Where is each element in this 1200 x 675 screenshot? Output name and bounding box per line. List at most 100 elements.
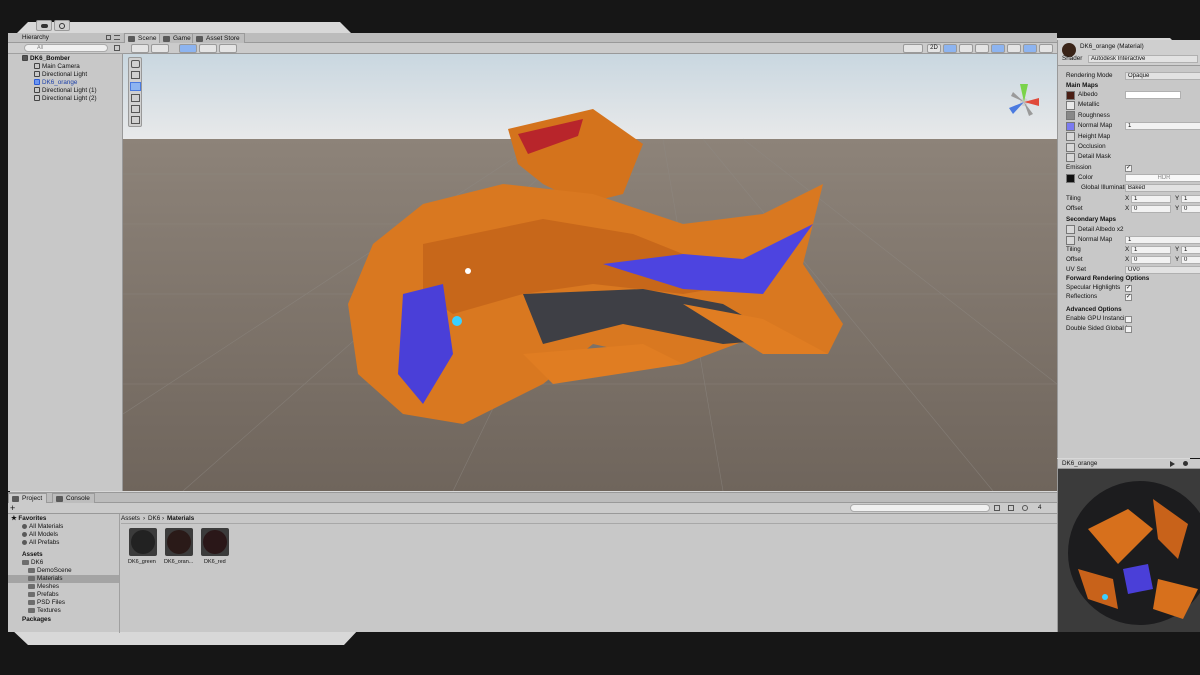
hierarchy-item-scene[interactable]: DK6_Bomber: [8, 55, 123, 63]
normal-map-scale-input[interactable]: 1: [1125, 122, 1200, 130]
play-icon[interactable]: [1170, 461, 1175, 467]
collab-button[interactable]: [54, 20, 70, 31]
emission-color-field[interactable]: HDR: [1125, 174, 1200, 182]
roughness-texture-slot[interactable]: [1066, 111, 1075, 120]
search-by-label-icon[interactable]: [1008, 505, 1014, 511]
normal-map-texture-slot[interactable]: [1066, 122, 1075, 131]
occlusion-texture-slot[interactable]: [1066, 143, 1075, 152]
search-by-type-icon[interactable]: [994, 505, 1000, 511]
emission-checkbox[interactable]: ✓: [1125, 165, 1132, 172]
project-search-input[interactable]: [850, 504, 990, 512]
detail-normal-scale-input[interactable]: 1: [1125, 236, 1200, 244]
shader-dropdown[interactable]: Autodesk Interactive: [1088, 55, 1198, 63]
preview-type-icon[interactable]: [1183, 461, 1188, 466]
emission-texture-slot[interactable]: [1066, 174, 1075, 183]
tree-item-demoscene[interactable]: DemoScene: [28, 567, 72, 575]
detail-normal-slot[interactable]: [1066, 236, 1075, 245]
asset-dk6-orange[interactable]: DK6_oran...: [164, 528, 194, 568]
tiling2-x-input[interactable]: 1: [1131, 246, 1171, 254]
detail-mask-texture-slot[interactable]: [1066, 153, 1075, 162]
rotate-tool-icon[interactable]: [130, 82, 141, 91]
transform-tool-icon[interactable]: [131, 116, 140, 124]
camera-settings-button[interactable]: [1007, 44, 1021, 53]
hidden-packages-count[interactable]: 4: [1038, 504, 1042, 512]
increment-snap[interactable]: [219, 44, 237, 53]
scale-tool-icon[interactable]: [131, 94, 140, 102]
tree-item-materials[interactable]: Materials: [8, 575, 119, 583]
breadcrumb-assets[interactable]: Assets: [121, 515, 140, 523]
search-options-icon[interactable]: [114, 45, 120, 51]
offset2-y-input[interactable]: 0: [1181, 256, 1200, 264]
audio-toggle[interactable]: [959, 44, 973, 53]
snap-dropdown[interactable]: [199, 44, 217, 53]
material-preview-sphere[interactable]: [1058, 469, 1200, 632]
hierarchy-item-dk6-orange[interactable]: DK6_orange: [8, 79, 123, 87]
tree-item-textures[interactable]: Textures: [28, 607, 61, 615]
fav-item-all-prefabs[interactable]: All Prefabs: [22, 539, 59, 547]
favorites-star-icon[interactable]: [1022, 505, 1028, 511]
double-sided-gi-checkbox[interactable]: [1125, 326, 1132, 333]
reflections-checkbox[interactable]: ✓: [1125, 294, 1132, 301]
2d-toggle[interactable]: 2D: [927, 44, 941, 53]
lock-icon[interactable]: [106, 35, 111, 40]
global-illumination-dropdown[interactable]: Baked: [1125, 184, 1200, 192]
hierarchy-item-directional-light[interactable]: Directional Light: [8, 71, 123, 79]
gameobject-icon: [34, 63, 40, 69]
offset-x-input[interactable]: 0: [1131, 205, 1171, 213]
rect-tool-icon[interactable]: [131, 105, 140, 113]
grid-toggle[interactable]: [179, 44, 197, 53]
fav-item-all-materials[interactable]: All Materials: [22, 523, 63, 531]
gpu-instancing-checkbox[interactable]: [1125, 316, 1132, 323]
tree-item-prefabs[interactable]: Prefabs: [28, 591, 59, 599]
metallic-texture-slot[interactable]: [1066, 101, 1075, 110]
draw-mode-button[interactable]: [903, 44, 923, 53]
fav-item-all-models[interactable]: All Models: [22, 531, 58, 539]
hierarchy-item-directional-light-1[interactable]: Directional Light (1): [8, 87, 123, 95]
menu-icon[interactable]: [114, 35, 120, 40]
albedo-color-field[interactable]: [1125, 91, 1181, 99]
tiling-y-input[interactable]: 1: [1181, 195, 1200, 203]
lighting-toggle[interactable]: [943, 44, 957, 53]
hierarchy-tab[interactable]: Hierarchy: [22, 34, 49, 42]
asset-dk6-red[interactable]: DK6_red: [200, 528, 230, 568]
gizmos-button[interactable]: [1023, 44, 1037, 53]
breadcrumb-dk6[interactable]: DK6: [148, 515, 160, 523]
tree-item-meshes[interactable]: Meshes: [28, 583, 59, 591]
hierarchy-item-directional-light-2[interactable]: Directional Light (2): [8, 95, 123, 103]
hand-tool-icon[interactable]: [131, 60, 140, 68]
uv-set-dropdown[interactable]: UV0: [1125, 266, 1200, 274]
move-tool-icon[interactable]: [131, 71, 140, 79]
offset2-x-input[interactable]: 0: [1131, 256, 1171, 264]
offset-y-input[interactable]: 0: [1181, 205, 1200, 213]
tree-item-dk6[interactable]: DK6: [22, 559, 43, 567]
tab-asset-store[interactable]: Asset Store: [192, 33, 245, 43]
packages-heading[interactable]: Packages: [22, 616, 51, 624]
favorites-heading[interactable]: ★ Favorites: [11, 515, 46, 523]
add-asset-button[interactable]: +: [10, 503, 15, 513]
specular-highlights-checkbox[interactable]: ✓: [1125, 285, 1132, 292]
shading-mode-dropdown[interactable]: [131, 44, 149, 53]
height-map-texture-slot[interactable]: [1066, 132, 1075, 141]
hierarchy-item-main-camera[interactable]: Main Camera: [8, 63, 123, 71]
cloud-button[interactable]: [36, 20, 52, 31]
effects-toggle[interactable]: [975, 44, 989, 53]
folder-icon: [28, 592, 35, 597]
tab-game[interactable]: Game: [159, 33, 196, 43]
tab-scene[interactable]: Scene: [124, 33, 162, 43]
albedo-texture-slot[interactable]: [1066, 91, 1075, 100]
tab-console[interactable]: Console: [52, 493, 95, 503]
scene-search[interactable]: [1039, 44, 1053, 53]
tab-project[interactable]: Project: [8, 493, 48, 503]
detail-albedo-slot[interactable]: [1066, 225, 1075, 234]
asset-dk6-green[interactable]: DK6_green: [128, 528, 158, 568]
hierarchy-search-input[interactable]: All: [24, 44, 108, 52]
tree-item-psd-files[interactable]: PSD Files: [28, 599, 65, 607]
tiling2-y-input[interactable]: 1: [1181, 246, 1200, 254]
rendering-mode-dropdown[interactable]: Opaque: [1125, 72, 1200, 80]
scene-viewport[interactable]: [123, 54, 1057, 491]
assets-heading[interactable]: Assets: [22, 551, 43, 559]
tiling-x-input[interactable]: 1: [1131, 195, 1171, 203]
breadcrumb-materials[interactable]: Materials: [167, 515, 194, 523]
draw-mode-dropdown[interactable]: [151, 44, 169, 53]
hidden-objects-toggle[interactable]: [991, 44, 1005, 53]
